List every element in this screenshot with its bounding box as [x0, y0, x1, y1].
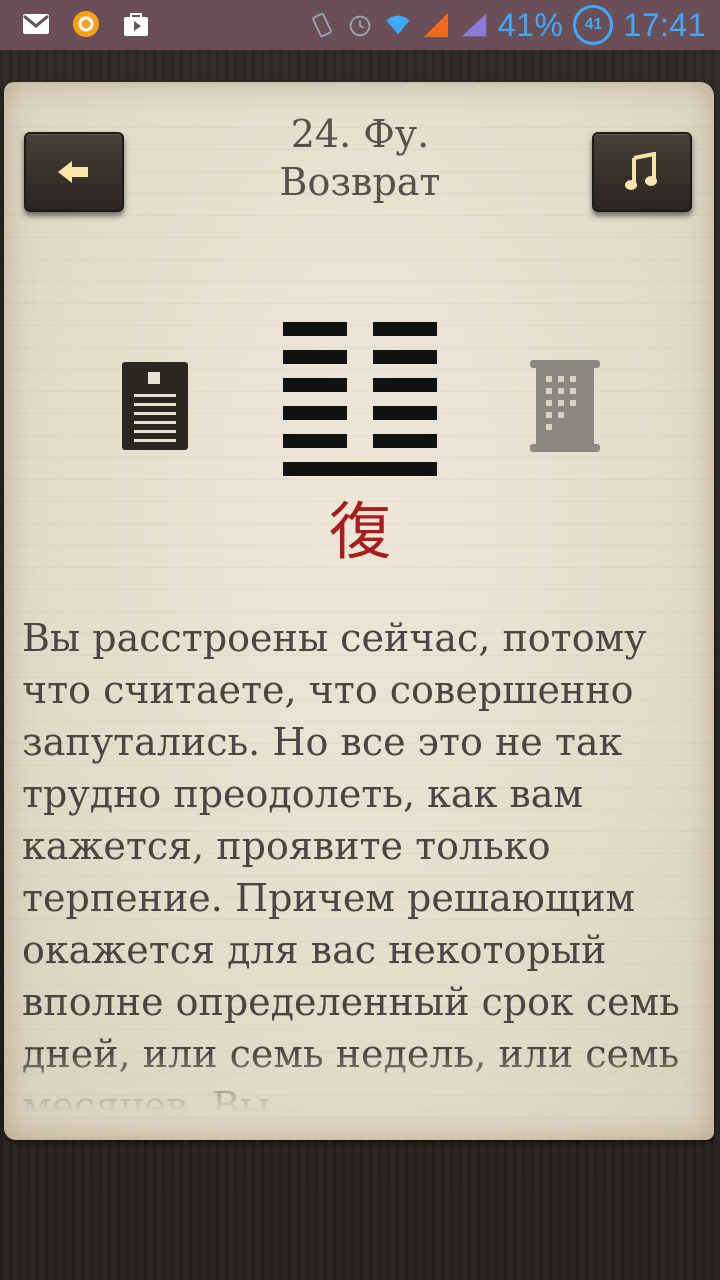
arrow-left-icon	[58, 161, 88, 183]
hexagram-line-5	[283, 350, 437, 364]
interpretation-text: Вы расстроены сейчас, потому что считает…	[22, 616, 680, 1112]
battery-ring-label: 41	[584, 16, 603, 33]
hexagram-character: 復	[328, 495, 391, 568]
status-bar: 41% 41 17:41	[0, 0, 720, 50]
hexagram-line-2	[283, 434, 437, 448]
hexagram-line-4	[283, 378, 437, 392]
signal-icon-2	[460, 11, 488, 39]
hexagram-line-6	[283, 322, 437, 336]
back-button[interactable]	[24, 132, 124, 212]
rotate-icon	[308, 11, 336, 39]
wifi-icon	[384, 11, 412, 39]
signal-icon	[422, 11, 450, 39]
music-note-icon	[625, 152, 657, 190]
battery-percent: 41%	[497, 6, 564, 43]
music-button[interactable]	[592, 132, 692, 212]
battery-icon: 41	[573, 5, 614, 45]
text-view-icon[interactable]	[122, 362, 188, 450]
hexagram-line-1	[283, 462, 437, 476]
play-store-icon	[122, 10, 150, 38]
gmail-icon	[22, 10, 50, 38]
hexagram-number-title: 24. Фу.	[290, 112, 430, 156]
clock: 17:41	[623, 6, 706, 43]
scroll-view-icon[interactable]	[530, 360, 600, 452]
hexagram-line-3	[283, 406, 437, 420]
hexagram-name: Возврат	[279, 160, 441, 204]
alarm-icon	[346, 11, 374, 39]
notification-app-icon	[72, 10, 100, 38]
